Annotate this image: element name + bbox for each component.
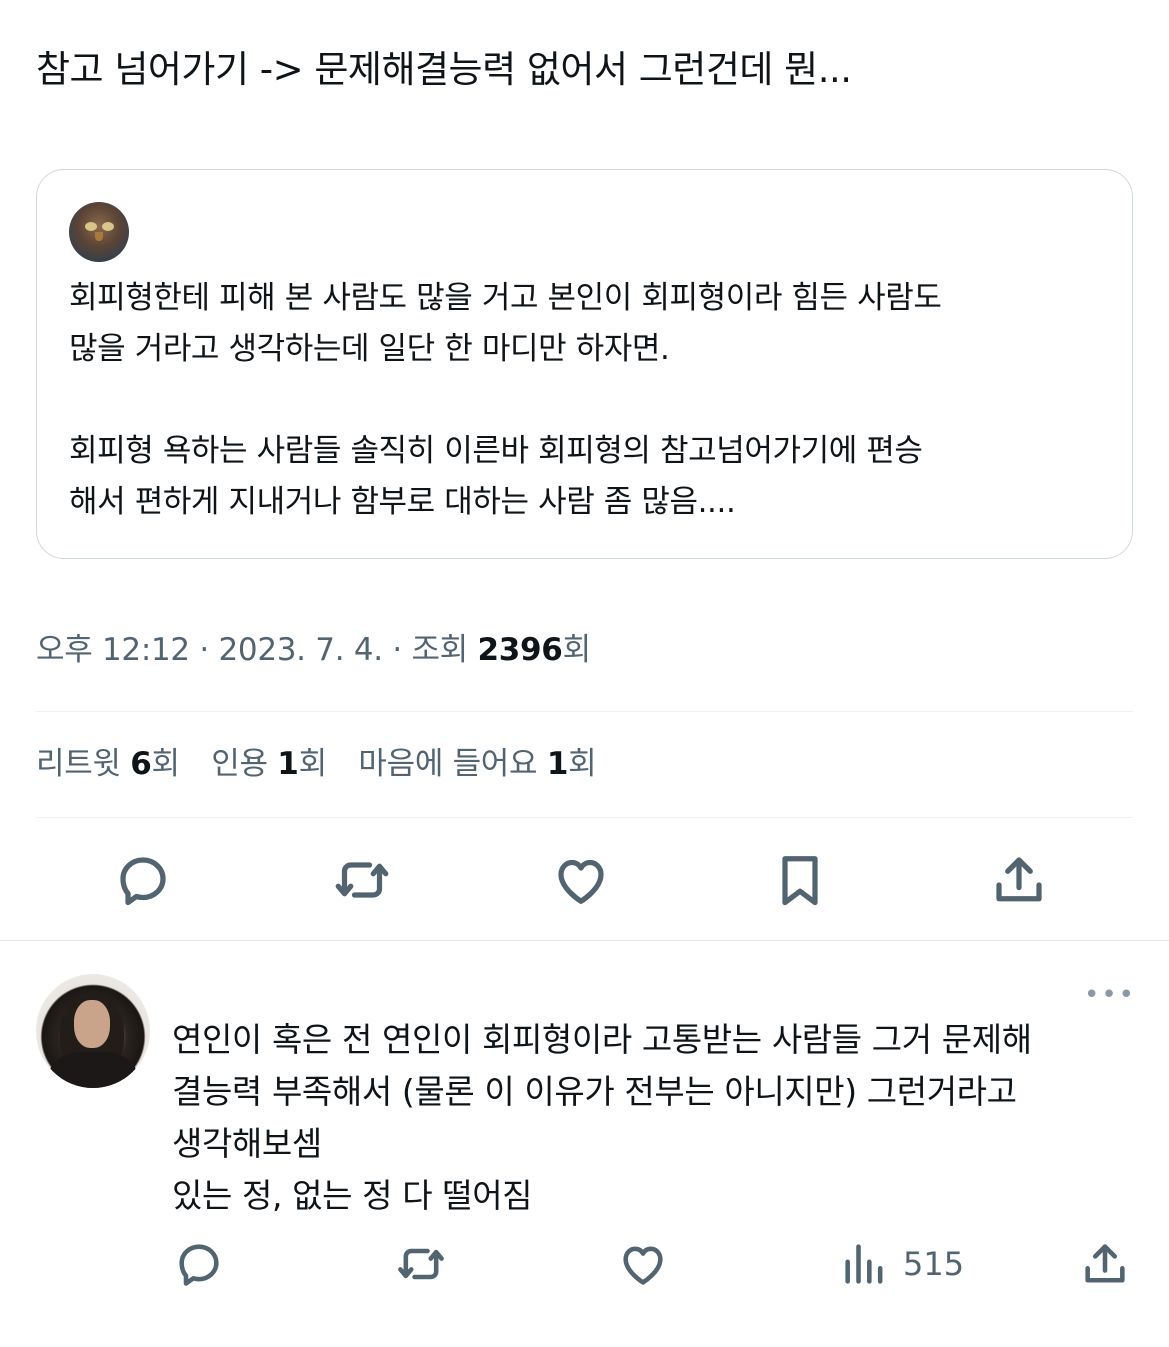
- quoted-tweet-card[interactable]: 회피형한테 피해 본 사람도 많을 거고 본인이 회피형이라 힘든 사람도 많을…: [36, 169, 1133, 559]
- divider: [0, 940, 1169, 941]
- bookmark-icon: [782, 856, 818, 906]
- reply-button[interactable]: [108, 845, 178, 915]
- quoted-text-line: 많을 거라고 생각하는데 일단 한 마디만 하자면.: [69, 331, 670, 367]
- reply-action-bar: 515: [0, 1232, 1169, 1296]
- bookmark-button[interactable]: [765, 845, 835, 915]
- quoted-text-line: 회피형 욕하는 사람들 솔직히 이른바 회피형의 참고넘어가기에 편승: [69, 433, 923, 469]
- views-icon: [845, 1244, 883, 1284]
- like-icon: [558, 859, 604, 904]
- reply-reply-button[interactable]: [173, 1232, 225, 1296]
- quotes-stat[interactable]: 인용 1회: [211, 740, 327, 788]
- views-suffix: 회: [562, 632, 592, 668]
- share-icon: [1085, 1244, 1125, 1283]
- reply-views-button[interactable]: 515: [839, 1232, 964, 1296]
- reply-text-line: 있는 정, 없는 정 다 떨어짐: [172, 1176, 533, 1215]
- quoted-text-line: 해서 편하게 지내거나 함부로 대하는 사람 좀 많음....: [69, 484, 736, 520]
- reply-text-line: 연인이 혹은 전 연인이 회피형이라 고통받는 사람들 그거 문제해: [172, 1020, 1032, 1059]
- share-button[interactable]: [984, 845, 1054, 915]
- reply-share-button[interactable]: [1079, 1232, 1131, 1296]
- divider: [36, 817, 1133, 818]
- share-icon: [996, 857, 1042, 902]
- retweet-icon: [335, 862, 389, 898]
- tweet-stats: 리트윗 6회 인용 1회 마음에 들어요 1회: [36, 740, 618, 788]
- views-count: 2396: [477, 632, 563, 668]
- tweet-timestamp[interactable]: 오후 12:12 · 2023. 7. 4. · 조회: [36, 632, 477, 668]
- more-options-button[interactable]: •••: [1084, 980, 1136, 1010]
- quoted-author-avatar[interactable]: [69, 202, 129, 262]
- reply-like-button[interactable]: [617, 1232, 669, 1296]
- reply-retweet-button[interactable]: [395, 1232, 447, 1296]
- reply-icon: [179, 1244, 219, 1286]
- reply-author-avatar[interactable]: [36, 974, 150, 1088]
- quoted-tweet-body: 회피형한테 피해 본 사람도 많을 거고 본인이 회피형이라 힘든 사람도 많을…: [69, 273, 1109, 528]
- retweets-stat[interactable]: 리트윗 6회: [36, 740, 180, 788]
- retweet-icon: [398, 1248, 444, 1280]
- reply-icon: [120, 857, 166, 906]
- reply-text-line: 결능력 부족해서 (물론 이 이유가 전부는 아니지만) 그런거라고: [172, 1072, 1017, 1111]
- reply-views-count: 515: [903, 1245, 965, 1283]
- tweet-meta: 오후 12:12 · 2023. 7. 4. · 조회 2396회: [36, 626, 591, 674]
- retweet-button[interactable]: [327, 845, 397, 915]
- divider: [36, 711, 1133, 712]
- like-icon: [623, 1246, 663, 1285]
- tweet-text: 참고 넘어가기 -> 문제해결능력 없어서 그런건데 뭔...: [36, 48, 852, 91]
- quoted-text-line: 회피형한테 피해 본 사람도 많을 거고 본인이 회피형이라 힘든 사람도: [69, 280, 942, 316]
- reply-text: 연인이 혹은 전 연인이 회피형이라 고통받는 사람들 그거 문제해 결능력 부…: [172, 1014, 1132, 1222]
- likes-stat[interactable]: 마음에 들어요 1회: [358, 740, 596, 788]
- like-button[interactable]: [546, 845, 616, 915]
- tweet-action-bar: [0, 845, 1169, 915]
- reply-text-line: 생각해보셈: [172, 1124, 322, 1163]
